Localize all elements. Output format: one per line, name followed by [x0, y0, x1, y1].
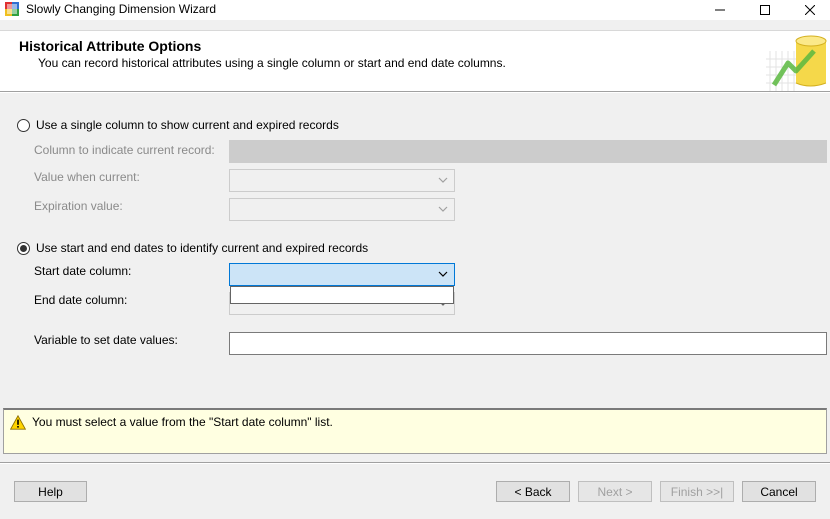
maximize-icon [760, 5, 770, 15]
date-range-option-label[interactable]: Use start and end dates to identify curr… [36, 241, 368, 255]
warning-icon [10, 415, 26, 430]
current-record-column-field [229, 140, 827, 163]
start-date-column-combo[interactable] [229, 263, 455, 286]
header-divider-highlight [0, 92, 830, 93]
close-button[interactable] [787, 0, 830, 20]
expiration-value-combo [229, 198, 455, 221]
wizard-header: Historical Attribute Options You can rec… [0, 30, 830, 91]
start-date-column-dropdown-list[interactable] [230, 286, 454, 304]
window-title: Slowly Changing Dimension Wizard [26, 2, 217, 16]
database-graphic-icon [766, 33, 828, 91]
date-range-radio[interactable] [17, 242, 30, 255]
start-date-column-label: Start date column: [34, 264, 132, 278]
chevron-down-icon [438, 206, 448, 212]
date-variable-input[interactable] [229, 332, 827, 355]
validation-message-box: You must select a value from the "Start … [3, 408, 827, 454]
page-description: You can record historical attributes usi… [38, 56, 506, 70]
title-bar: Slowly Changing Dimension Wizard [0, 0, 830, 20]
single-column-option-label[interactable]: Use a single column to show current and … [36, 118, 339, 132]
value-when-current-combo [229, 169, 455, 192]
back-button[interactable]: < Back [496, 481, 570, 502]
finish-button[interactable]: Finish >>| [660, 481, 734, 502]
date-variable-label: Variable to set date values: [34, 333, 178, 347]
help-button[interactable]: Help [14, 481, 87, 502]
expiration-value-label: Expiration value: [34, 199, 123, 213]
minimize-icon [715, 9, 725, 11]
chevron-down-icon [438, 271, 448, 277]
chevron-down-icon [438, 177, 448, 183]
cancel-button[interactable]: Cancel [742, 481, 816, 502]
minimize-button[interactable] [697, 0, 743, 20]
close-icon [805, 5, 815, 15]
page-title: Historical Attribute Options [19, 38, 202, 54]
next-button[interactable]: Next > [578, 481, 652, 502]
end-date-column-label: End date column: [34, 293, 128, 307]
maximize-button[interactable] [742, 0, 788, 20]
validation-message-text: You must select a value from the "Start … [32, 415, 333, 429]
single-column-radio[interactable] [17, 119, 30, 132]
current-record-column-label: Column to indicate current record: [34, 143, 215, 157]
value-when-current-label: Value when current: [34, 170, 140, 184]
footer-divider-highlight [0, 463, 830, 464]
ssis-wizard-icon [5, 2, 19, 16]
